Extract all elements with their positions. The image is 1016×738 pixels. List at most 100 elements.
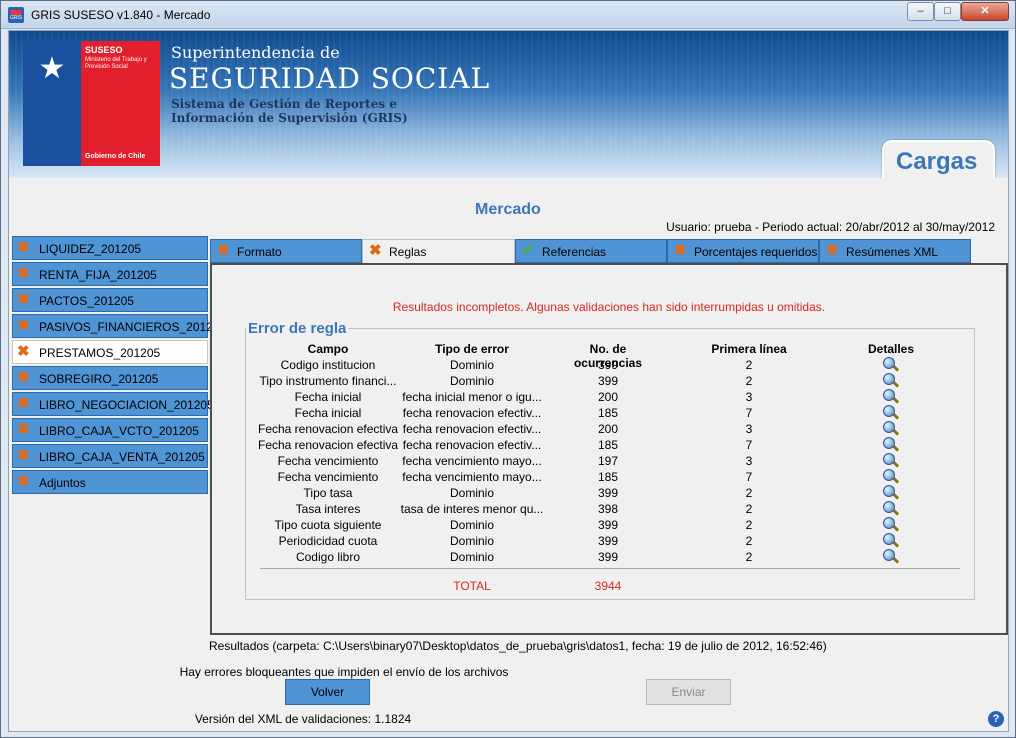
close-button[interactable]: ✕: [961, 2, 1009, 21]
incomplete-results-warning: Resultados incompletos. Algunas validaci…: [392, 300, 826, 314]
tab-porcentajes-requeridos[interactable]: ✖ Porcentajes requeridos: [667, 239, 819, 263]
table-row: Codigo institucion Dominio 399 2: [212, 357, 1006, 374]
column-header-campo: Campo: [307, 342, 349, 356]
sidebar-item-renta-fija[interactable]: ✖ RENTA_FIJA_201205: [12, 262, 208, 286]
tab-label: Resúmenes XML: [846, 245, 939, 259]
sidebar-item-liquidez[interactable]: ✖ LIQUIDEZ_201205: [12, 236, 208, 260]
sidebar-item-libro-caja-venta[interactable]: ✖ LIBRO_CAJA_VENTA_201205: [12, 444, 208, 468]
suseso-banner: ★ SUSESO Ministerio del Trabajo y Previs…: [9, 31, 1008, 178]
magnifier-icon[interactable]: [883, 421, 900, 437]
tab-formato[interactable]: ✖ Formato: [210, 239, 362, 263]
magnifier-icon[interactable]: [883, 389, 900, 405]
sidebar-item-sobregiro[interactable]: ✖ SOBREGIRO_201205: [12, 366, 208, 390]
cell-tipo: Dominio: [449, 374, 494, 388]
user-period-info: Usuario: prueba - Periodo actual: 20/abr…: [666, 220, 995, 234]
magnifier-icon[interactable]: [883, 501, 900, 517]
sidebar-item-pactos[interactable]: ✖ PACTOS_201205: [12, 288, 208, 312]
x-icon: ✖: [17, 421, 30, 438]
cell-primera-linea: 2: [745, 358, 753, 372]
cell-campo: Fecha inicial: [294, 406, 362, 420]
title-bar[interactable]: GRIS SUSESO v1.840 - Mercado – □ ✕: [1, 1, 1015, 29]
sidebar-item-libro-caja-vcto[interactable]: ✖ LIBRO_CAJA_VCTO_201205: [12, 418, 208, 442]
banner-seguridad-social: SEGURIDAD SOCIAL: [169, 62, 491, 95]
x-icon: ✖: [369, 242, 382, 259]
magnifier-icon[interactable]: [883, 357, 900, 373]
tab-reglas[interactable]: ✖ Reglas: [362, 239, 515, 264]
cell-primera-linea: 2: [745, 374, 753, 388]
total-value: 3944: [594, 579, 622, 593]
tab-bar: ✖ Formato ✖ Reglas ✔ Referencias ✖ Porce…: [210, 239, 972, 264]
sidebar-item-label: LIBRO_CAJA_VENTA_201205: [39, 450, 205, 464]
table-row: Fecha inicial fecha inicial menor o igu.…: [212, 389, 1006, 406]
gris-app-icon: [8, 7, 24, 23]
cell-campo: Periodicidad cuota: [278, 534, 378, 548]
magnifier-icon[interactable]: [883, 373, 900, 389]
cell-ocurrencias: 399: [597, 486, 619, 500]
tab-resumenes-xml[interactable]: ✖ Resúmenes XML: [819, 239, 971, 263]
total-divider: [260, 568, 960, 569]
cell-tipo: fecha renovacion efectiv...: [402, 422, 542, 436]
sidebar-item-label: PASIVOS_FINANCIEROS_201205: [39, 320, 227, 334]
sidebar-item-label: Adjuntos: [39, 476, 86, 490]
cell-campo: Tasa interes: [295, 502, 361, 516]
cell-tipo: fecha inicial menor o igu...: [402, 390, 542, 404]
magnifier-icon[interactable]: [883, 517, 900, 533]
cell-tipo: fecha renovacion efectiv...: [402, 438, 542, 452]
cell-ocurrencias: 185: [597, 438, 619, 452]
magnifier-icon[interactable]: [883, 549, 900, 565]
cell-campo: Codigo libro: [295, 550, 361, 564]
cell-tipo: Dominio: [449, 486, 494, 500]
xml-version-info: Versión del XML de validaciones: 1.1824: [194, 712, 412, 726]
cell-ocurrencias: 399: [597, 374, 619, 388]
cell-tipo: Dominio: [449, 550, 494, 564]
cell-ocurrencias: 200: [597, 390, 619, 404]
minimize-button[interactable]: –: [907, 2, 934, 21]
table-row: Tipo cuota siguiente Dominio 399 2: [212, 517, 1006, 534]
tab-cargas-label: Cargas: [896, 148, 978, 175]
page-title: Mercado: [475, 201, 541, 218]
table-row: Fecha renovacion efectiva fecha renovaci…: [212, 421, 1006, 438]
cell-primera-linea: 2: [745, 534, 753, 548]
magnifier-icon[interactable]: [883, 533, 900, 549]
magnifier-icon[interactable]: [883, 437, 900, 453]
magnifier-icon[interactable]: [883, 453, 900, 469]
sidebar-item-adjuntos[interactable]: ✖ Adjuntos: [12, 470, 208, 494]
help-icon[interactable]: ?: [988, 711, 1004, 727]
chile-coat-of-arms-icon: ★: [38, 52, 66, 85]
maximize-button[interactable]: □: [934, 2, 961, 21]
main-content: ★ SUSESO Ministerio del Trabajo y Previs…: [8, 30, 1009, 732]
x-icon: ✖: [17, 369, 30, 386]
enviar-button[interactable]: Enviar: [646, 679, 731, 705]
magnifier-icon[interactable]: [883, 485, 900, 501]
tab-label: Formato: [237, 245, 282, 259]
table-row: Fecha vencimiento fecha vencimiento mayo…: [212, 453, 1006, 470]
cell-ocurrencias: 197: [597, 454, 619, 468]
cell-primera-linea: 7: [745, 438, 753, 452]
sidebar-item-label: PRESTAMOS_201205: [39, 346, 161, 360]
total-label: TOTAL: [453, 579, 491, 593]
cell-primera-linea: 3: [745, 422, 753, 436]
x-icon: ✖: [17, 317, 30, 334]
x-icon: ✖: [17, 343, 30, 360]
volver-button[interactable]: Volver: [285, 679, 370, 705]
tab-cargas[interactable]: Cargas: [882, 140, 995, 178]
blocking-errors-message: Hay errores bloqueantes que impiden el e…: [179, 665, 509, 679]
cell-ocurrencias: 398: [597, 502, 619, 516]
table-row: Tipo tasa Dominio 399 2: [212, 485, 1006, 502]
cell-tipo: Dominio: [449, 358, 494, 372]
error-group-title: Error de regla: [246, 320, 349, 337]
cell-campo: Fecha renovacion efectiva: [258, 438, 398, 452]
banner-sistema: Sistema de Gestión de Reportes e Informa…: [171, 97, 408, 125]
sidebar-item-pasivos-financieros[interactable]: ✖ PASIVOS_FINANCIEROS_201205: [12, 314, 226, 338]
column-header-detalles: Detalles: [867, 342, 915, 356]
cell-primera-linea: 2: [745, 486, 753, 500]
sidebar-item-prestamos[interactable]: ✖ PRESTAMOS_201205: [12, 340, 208, 364]
x-icon: ✖: [17, 239, 30, 256]
cell-ocurrencias: 399: [597, 358, 619, 372]
magnifier-icon[interactable]: [883, 405, 900, 421]
table-row: Tasa interes tasa de interes menor qu...…: [212, 501, 1006, 518]
tab-referencias[interactable]: ✔ Referencias: [515, 239, 667, 263]
sidebar-item-libro-negociacion[interactable]: ✖ LIBRO_NEGOCIACION_201205: [12, 392, 214, 416]
magnifier-icon[interactable]: [883, 469, 900, 485]
sidebar-item-label: PACTOS_201205: [39, 294, 134, 308]
